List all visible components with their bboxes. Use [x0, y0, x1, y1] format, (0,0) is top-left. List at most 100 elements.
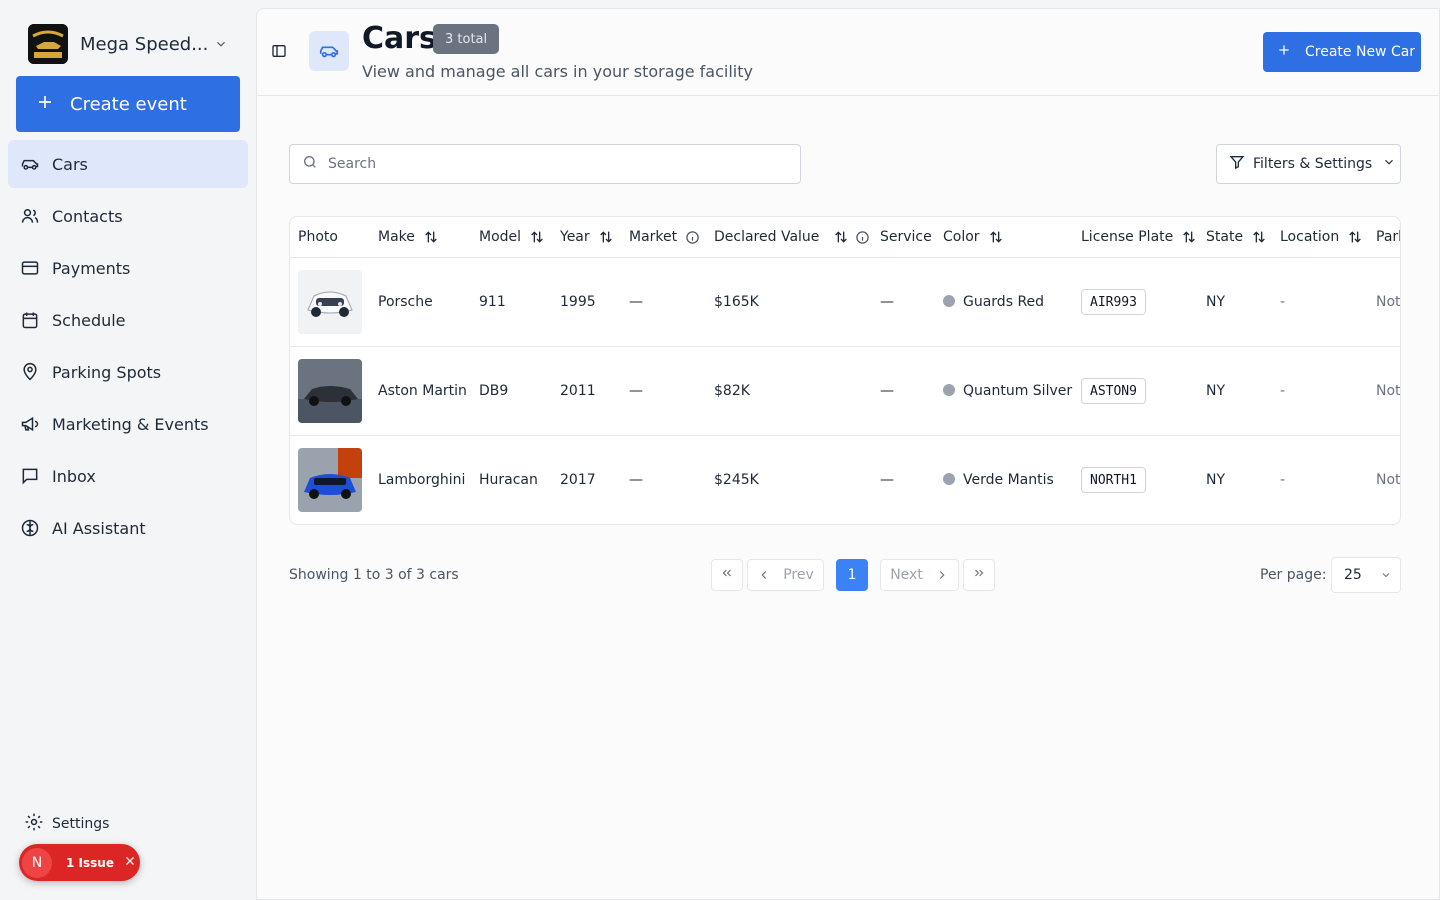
- sidebar-item-inbox[interactable]: Inbox: [8, 452, 248, 500]
- pagination-summary: Showing 1 to 3 of 3 cars: [289, 567, 459, 583]
- chevron-left-icon: [757, 568, 771, 582]
- cell-make: Lamborghini: [378, 472, 466, 488]
- filters-settings-button[interactable]: Filters & Settings: [1216, 144, 1401, 184]
- page-title: Cars: [362, 21, 437, 56]
- first-page-button[interactable]: [711, 559, 743, 591]
- sidebar-item-label: Marketing & Events: [52, 414, 209, 434]
- sidebar-item-label: Payments: [52, 258, 131, 278]
- sort-icon[interactable]: [598, 229, 614, 245]
- sort-icon[interactable]: [833, 229, 849, 245]
- cell-parking: Not: [1376, 472, 1401, 488]
- color-dot: [943, 384, 955, 396]
- info-icon[interactable]: [855, 230, 870, 245]
- close-icon[interactable]: [124, 855, 136, 871]
- sort-icon[interactable]: [1251, 229, 1267, 245]
- cell-market: —: [629, 472, 643, 488]
- sort-icon[interactable]: [1181, 229, 1197, 245]
- sidebar-item-label: Schedule: [52, 310, 126, 330]
- column-model[interactable]: Model: [479, 229, 545, 245]
- sort-icon[interactable]: [423, 229, 439, 245]
- table-header: Photo Make Model Year Market Declared Va…: [290, 217, 1400, 258]
- next-page-button[interactable]: Next: [880, 559, 959, 591]
- cell-color: Verde Mantis: [943, 472, 1054, 488]
- page-header: Cars 3 total View and manage all cars in…: [257, 9, 1440, 96]
- column-declared-value[interactable]: Declared Value: [714, 229, 870, 245]
- chevrons-right-icon: [972, 566, 986, 584]
- sidebar-item-label: Cars: [52, 154, 88, 174]
- sidebar-item-cars[interactable]: Cars: [8, 140, 248, 188]
- column-color[interactable]: Color: [943, 229, 1004, 245]
- per-page-select[interactable]: 25: [1331, 557, 1401, 593]
- settings-label: Settings: [52, 816, 110, 832]
- sidebar-toggle-icon[interactable]: [271, 43, 287, 63]
- settings-link[interactable]: Settings: [24, 812, 109, 836]
- create-event-button[interactable]: Create event: [16, 76, 240, 132]
- main-panel: Cars 3 total View and manage all cars in…: [256, 8, 1440, 900]
- calendar-icon: [20, 310, 40, 330]
- sidebar-item-payments[interactable]: Payments: [8, 244, 248, 292]
- page-1-button[interactable]: 1: [836, 559, 868, 591]
- column-make[interactable]: Make: [378, 229, 439, 245]
- sidebar-item-schedule[interactable]: Schedule: [8, 296, 248, 344]
- search-input[interactable]: [328, 156, 768, 172]
- car-photo: [298, 359, 362, 423]
- cell-service: —: [880, 472, 894, 488]
- sidebar-item-parking-spots[interactable]: Parking Spots: [8, 348, 248, 396]
- cars-table: Photo Make Model Year Market Declared Va…: [289, 216, 1401, 525]
- plus-icon: [36, 93, 54, 116]
- chevron-down-icon: [1380, 569, 1392, 581]
- create-event-label: Create event: [70, 93, 187, 115]
- column-year[interactable]: Year: [560, 229, 614, 245]
- cell-model: Huracan: [479, 472, 538, 488]
- issue-avatar: N: [22, 847, 52, 878]
- create-new-car-button[interactable]: Create New Car: [1263, 32, 1421, 72]
- cell-parking: Not: [1376, 294, 1401, 310]
- car-photo: [298, 448, 362, 512]
- issue-badge[interactable]: N 1 Issue: [19, 844, 140, 881]
- column-photo: Photo: [298, 229, 338, 245]
- chevron-right-icon: [935, 568, 949, 582]
- sidebar-item-contacts[interactable]: Contacts: [8, 192, 248, 240]
- users-icon: [20, 206, 40, 226]
- credit-card-icon: [20, 258, 40, 278]
- sort-icon[interactable]: [1347, 229, 1363, 245]
- megaphone-icon: [20, 414, 40, 434]
- cell-color: Guards Red: [943, 294, 1044, 310]
- cell-declared-value: $165K: [714, 294, 759, 310]
- car-icon: [309, 31, 349, 71]
- cell-location: -: [1280, 472, 1286, 488]
- cell-market: —: [629, 383, 643, 399]
- create-new-car-label: Create New Car: [1305, 44, 1416, 60]
- column-state[interactable]: State: [1206, 229, 1267, 245]
- table-row[interactable]: Porsche 911 1995 — $165K — Guards Red AI…: [290, 258, 1401, 347]
- cell-location: -: [1280, 383, 1286, 399]
- sidebar-item-label: Parking Spots: [52, 362, 162, 382]
- table-row[interactable]: Aston Martin DB9 2011 — $82K — Quantum S…: [290, 347, 1400, 436]
- info-icon[interactable]: [685, 230, 700, 245]
- last-page-button[interactable]: [963, 559, 995, 591]
- org-switcher[interactable]: Mega Speed...: [28, 24, 248, 64]
- message-square-icon: [20, 466, 40, 486]
- map-pin-icon: [20, 362, 40, 382]
- column-market: Market: [629, 229, 700, 245]
- sidebar-item-marketing[interactable]: Marketing & Events: [8, 400, 248, 448]
- filters-label: Filters & Settings: [1253, 156, 1373, 172]
- cell-model: DB9: [479, 383, 509, 399]
- column-service: Service: [880, 229, 932, 245]
- cell-year: 1995: [560, 294, 596, 310]
- column-license-plate[interactable]: License Plate: [1081, 229, 1197, 245]
- table-row[interactable]: Lamborghini Huracan 2017 — $245K — Verde…: [290, 436, 1401, 524]
- sort-icon[interactable]: [988, 229, 1004, 245]
- sidebar-item-label: AI Assistant: [52, 518, 146, 538]
- cell-state: NY: [1206, 472, 1226, 488]
- cell-make: Aston Martin: [378, 383, 467, 399]
- cell-make: Porsche: [378, 294, 433, 310]
- cell-service: —: [880, 383, 894, 399]
- sort-icon[interactable]: [529, 229, 545, 245]
- color-dot: [943, 473, 955, 485]
- column-location[interactable]: Location: [1280, 229, 1363, 245]
- sidebar-item-ai-assistant[interactable]: AI Assistant: [8, 504, 248, 552]
- cell-state: NY: [1206, 294, 1226, 310]
- prev-page-button[interactable]: Prev: [747, 559, 824, 591]
- org-logo: [28, 24, 68, 64]
